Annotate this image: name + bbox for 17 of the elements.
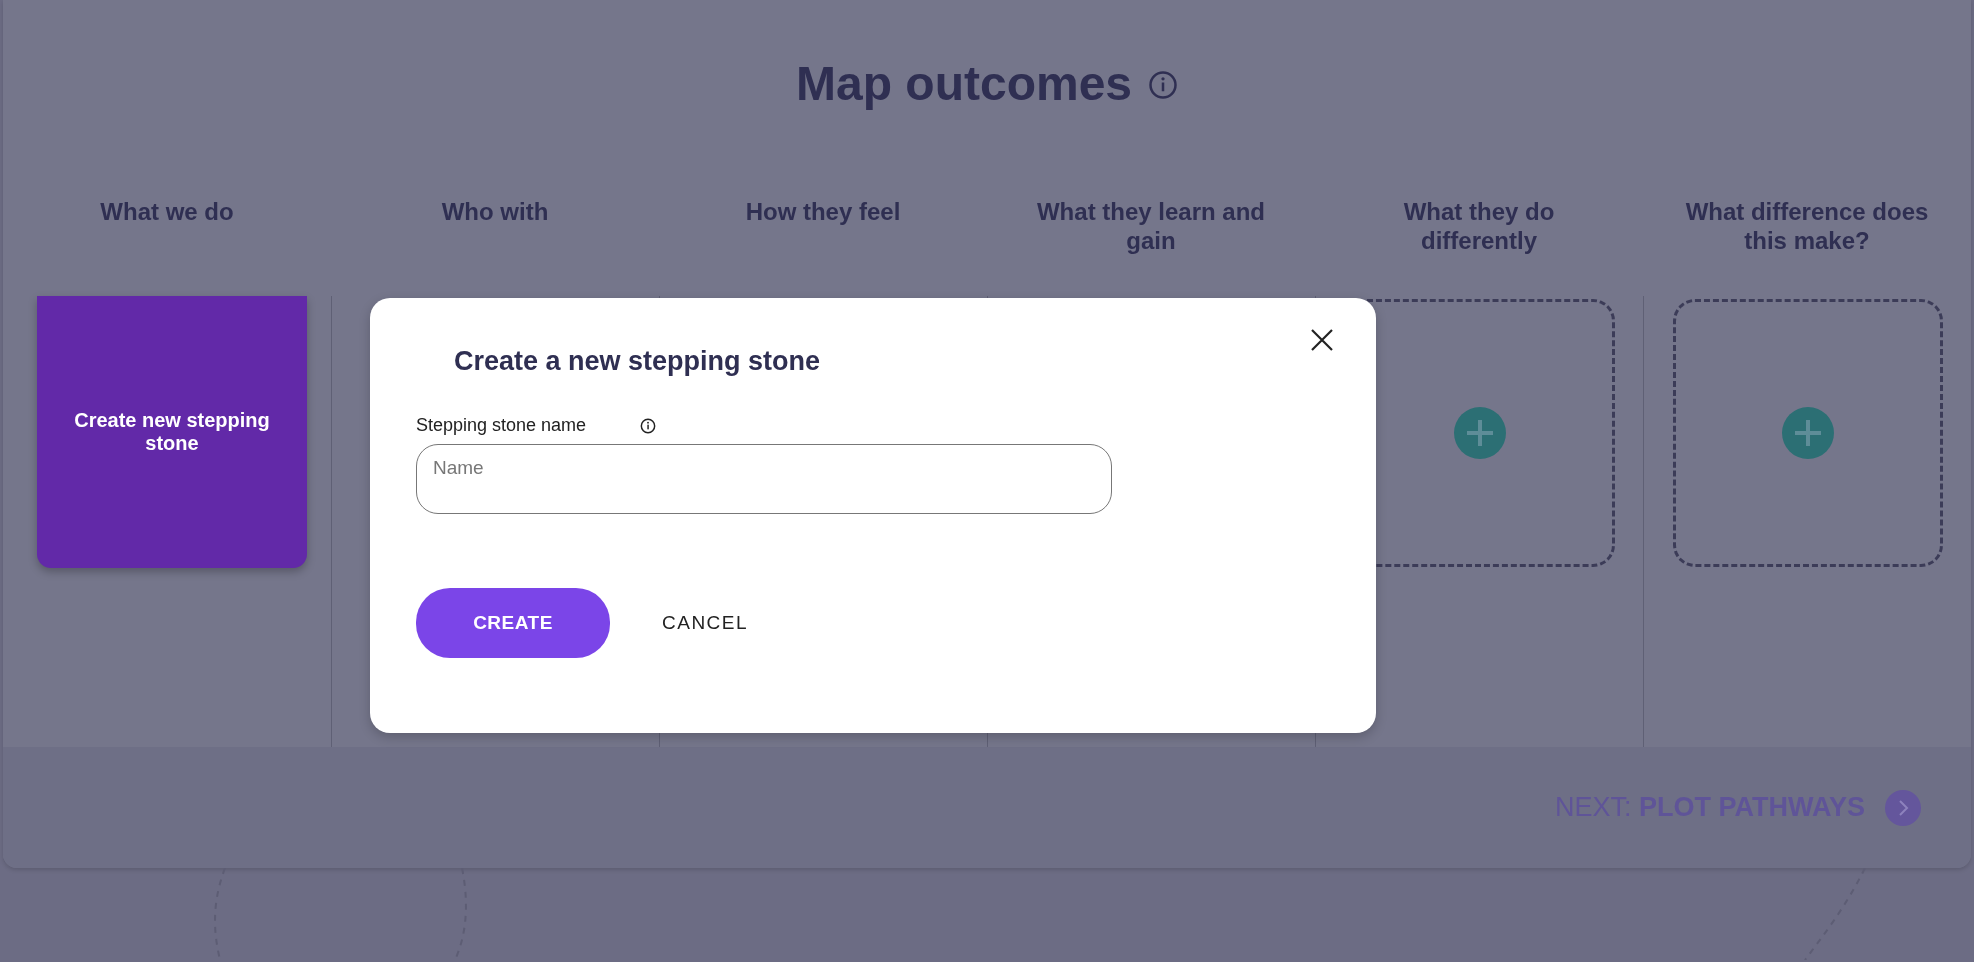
field-label: Stepping stone name	[416, 415, 587, 436]
plus-icon	[1453, 407, 1506, 459]
create-stone-card[interactable]: Create new stepping stone	[37, 296, 307, 568]
column-heading: How they feel	[745, 198, 901, 227]
page-title: Map outcomes	[795, 60, 1132, 108]
info-icon[interactable]	[640, 417, 657, 434]
column-heading: Who with	[441, 198, 549, 227]
cancel-button[interactable]: CANCEL	[654, 604, 757, 642]
plus-icon	[1781, 407, 1834, 459]
dialog-title: Create a new stepping stone	[454, 346, 822, 377]
column-heading: What difference does this make?	[1684, 198, 1930, 256]
name-input[interactable]: Name	[416, 444, 1112, 514]
create-button[interactable]: CREATE	[416, 588, 610, 658]
column-heading: What they learn and gain	[1035, 198, 1266, 256]
column-heading: What they do differently	[1402, 198, 1556, 256]
close-icon[interactable]	[1310, 328, 1334, 352]
column-heading: What we do	[100, 198, 234, 227]
